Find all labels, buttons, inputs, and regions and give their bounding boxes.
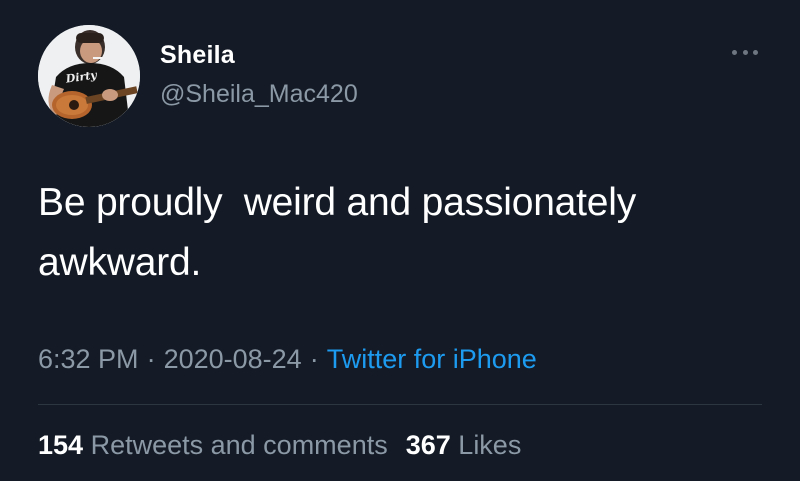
dot	[753, 49, 758, 55]
tweet-date[interactable]: 2020-08-24	[164, 344, 302, 374]
likes-stat[interactable]: 367 Likes	[406, 430, 522, 460]
tweet-text: Be proudly weird and passionately awkwar…	[38, 181, 637, 284]
more-dots-icon[interactable]	[732, 47, 758, 57]
meta-separator: ·	[146, 344, 156, 374]
tweet-header: Dirty Sheila @Sheila_Mac420	[38, 25, 762, 127]
tweet-source-link[interactable]: Twitter for iPhone	[327, 344, 537, 374]
avatar[interactable]: Dirty	[38, 25, 140, 127]
tweet-card: Dirty Sheila @Sheila_Mac420 Be proudly w…	[0, 0, 800, 481]
dot	[732, 49, 737, 55]
likes-label: Likes	[458, 430, 522, 460]
tweet-meta: 6:32 PM · 2020-08-24 · Twitter for iPhone	[38, 341, 537, 377]
author-names: Sheila @Sheila_Mac420	[160, 40, 358, 109]
display-name[interactable]: Sheila	[160, 40, 358, 70]
user-handle[interactable]: @Sheila_Mac420	[160, 79, 358, 109]
divider	[38, 404, 762, 405]
retweets-count: 154	[38, 430, 84, 460]
retweets-stat[interactable]: 154 Retweets and comments	[38, 430, 388, 460]
tweet-time[interactable]: 6:32 PM	[38, 344, 139, 374]
meta-separator: ·	[309, 344, 319, 374]
dot	[742, 49, 748, 55]
likes-count: 367	[405, 430, 451, 460]
retweets-label: Retweets and comments	[90, 430, 388, 460]
avatar-photo: Dirty	[38, 25, 140, 127]
tweet-stats: 154 Retweets and comments 367 Likes	[38, 427, 521, 463]
